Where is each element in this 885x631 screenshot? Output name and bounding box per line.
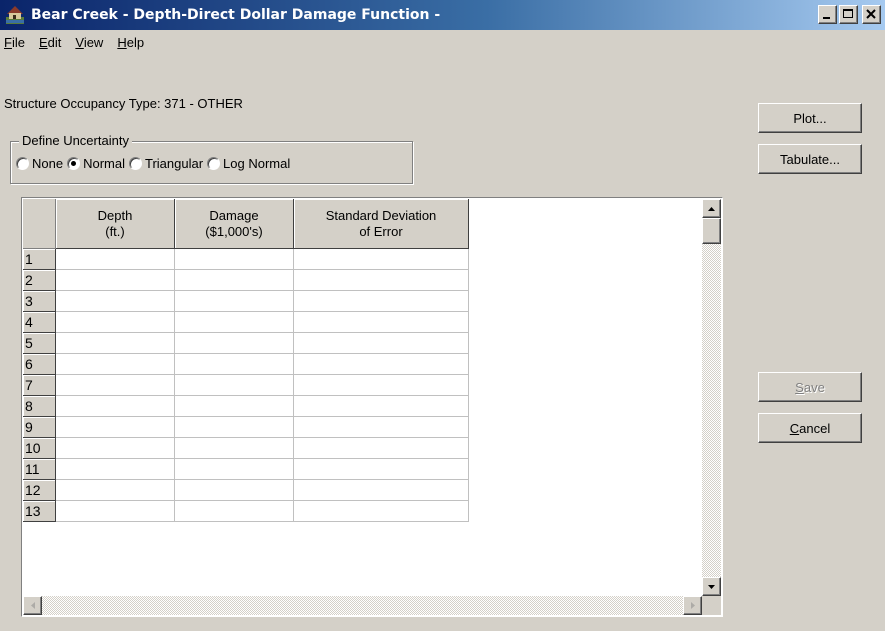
radio-triangular[interactable]: Triangular bbox=[128, 156, 203, 171]
arrow-down-icon bbox=[708, 584, 715, 589]
arrow-right-icon bbox=[690, 602, 695, 609]
menu-view[interactable]: View bbox=[68, 35, 110, 50]
grid-corner[interactable] bbox=[23, 199, 56, 249]
grid-cell[interactable] bbox=[294, 396, 469, 417]
close-icon bbox=[866, 9, 876, 19]
grid-cell[interactable] bbox=[56, 291, 175, 312]
menu-bar: File Edit View Help bbox=[0, 30, 885, 54]
grid-cell[interactable] bbox=[175, 480, 294, 501]
save-button[interactable]: Save bbox=[758, 372, 862, 402]
vertical-scroll-thumb[interactable] bbox=[702, 218, 721, 244]
grid-cell[interactable] bbox=[294, 438, 469, 459]
grid-cell[interactable] bbox=[56, 312, 175, 333]
grid-cell[interactable] bbox=[175, 438, 294, 459]
tabulate-button[interactable]: Tabulate... bbox=[758, 144, 862, 174]
column-header-damage[interactable]: Damage ($1,000's) bbox=[175, 199, 294, 249]
grid-cell[interactable] bbox=[294, 459, 469, 480]
radio-log-normal[interactable]: Log Normal bbox=[207, 156, 290, 171]
grid-cell[interactable] bbox=[56, 270, 175, 291]
radio-indicator[interactable] bbox=[207, 157, 221, 170]
radio-indicator[interactable] bbox=[128, 157, 142, 170]
grid-cell[interactable] bbox=[56, 396, 175, 417]
window-title: Bear Creek - Depth-Direct Dollar Damage … bbox=[31, 7, 441, 23]
grid-cell[interactable] bbox=[56, 438, 175, 459]
grid-cell[interactable] bbox=[294, 312, 469, 333]
horizontal-scrollbar[interactable] bbox=[23, 596, 702, 615]
grid-cell[interactable] bbox=[56, 354, 175, 375]
menu-help[interactable]: Help bbox=[110, 35, 151, 50]
grid-cell[interactable] bbox=[175, 459, 294, 480]
define-uncertainty-group: Define Uncertainty None Normal Triangula… bbox=[10, 133, 413, 184]
grid-cell[interactable] bbox=[294, 480, 469, 501]
group-legend: Define Uncertainty bbox=[19, 133, 132, 148]
radio-none[interactable]: None bbox=[16, 156, 63, 171]
row-header[interactable]: 12 bbox=[23, 480, 56, 501]
row-header[interactable]: 8 bbox=[23, 396, 56, 417]
grid-cell[interactable] bbox=[294, 375, 469, 396]
scroll-right-button[interactable] bbox=[683, 596, 702, 615]
grid-cell[interactable] bbox=[294, 501, 469, 522]
arrow-left-icon bbox=[30, 602, 35, 609]
row-header[interactable]: 2 bbox=[23, 270, 56, 291]
grid-cell[interactable] bbox=[56, 333, 175, 354]
grid-cell[interactable] bbox=[294, 333, 469, 354]
cancel-button[interactable]: Cancel bbox=[758, 413, 862, 443]
grid-cell[interactable] bbox=[175, 396, 294, 417]
grid-cell[interactable] bbox=[56, 501, 175, 522]
grid-cell[interactable] bbox=[56, 417, 175, 438]
arrow-up-icon bbox=[708, 206, 715, 211]
menu-edit[interactable]: Edit bbox=[32, 35, 68, 50]
row-header[interactable]: 5 bbox=[23, 333, 56, 354]
row-header[interactable]: 6 bbox=[23, 354, 56, 375]
vertical-scrollbar[interactable] bbox=[702, 199, 721, 596]
grid-cell[interactable] bbox=[294, 354, 469, 375]
grid-cell[interactable] bbox=[175, 249, 294, 270]
row-header[interactable]: 3 bbox=[23, 291, 56, 312]
row-header[interactable]: 13 bbox=[23, 501, 56, 522]
minimize-icon bbox=[823, 17, 830, 19]
grid-cell[interactable] bbox=[56, 375, 175, 396]
row-header[interactable]: 9 bbox=[23, 417, 56, 438]
grid-cell[interactable] bbox=[56, 480, 175, 501]
grid-cell[interactable] bbox=[175, 417, 294, 438]
scroll-up-button[interactable] bbox=[702, 199, 721, 218]
minimize-button[interactable] bbox=[818, 5, 837, 24]
grid-cell[interactable] bbox=[294, 291, 469, 312]
grid-cell[interactable] bbox=[175, 333, 294, 354]
grid-cell[interactable] bbox=[294, 249, 469, 270]
row-header[interactable]: 7 bbox=[23, 375, 56, 396]
radio-normal[interactable]: Normal bbox=[67, 156, 125, 171]
scrollbar-corner bbox=[702, 596, 721, 615]
grid-cell[interactable] bbox=[56, 459, 175, 480]
row-header[interactable]: 11 bbox=[23, 459, 56, 480]
grid-cell[interactable] bbox=[175, 312, 294, 333]
plot-button[interactable]: Plot... bbox=[758, 103, 862, 133]
menu-file[interactable]: File bbox=[0, 35, 32, 50]
radio-indicator-selected[interactable] bbox=[67, 157, 81, 170]
row-header[interactable]: 10 bbox=[23, 438, 56, 459]
grid-cell[interactable] bbox=[175, 291, 294, 312]
column-header-depth[interactable]: Depth (ft.) bbox=[56, 199, 175, 249]
row-header[interactable]: 4 bbox=[23, 312, 56, 333]
maximize-button[interactable] bbox=[839, 5, 858, 24]
close-button[interactable] bbox=[862, 5, 881, 24]
grid-cell[interactable] bbox=[175, 354, 294, 375]
radio-indicator[interactable] bbox=[16, 157, 29, 170]
app-icon[interactable] bbox=[5, 5, 25, 25]
scroll-down-button[interactable] bbox=[702, 577, 721, 596]
grid-cell[interactable] bbox=[56, 249, 175, 270]
row-header[interactable]: 1 bbox=[23, 249, 56, 270]
grid-cell[interactable] bbox=[294, 417, 469, 438]
maximize-icon bbox=[843, 9, 853, 18]
grid-cell[interactable] bbox=[175, 501, 294, 522]
title-bar[interactable]: Bear Creek - Depth-Direct Dollar Damage … bbox=[0, 0, 885, 30]
occupancy-type-label: Structure Occupancy Type: 371 - OTHER bbox=[4, 96, 243, 111]
column-header-std-deviation[interactable]: Standard Deviation of Error bbox=[294, 199, 469, 249]
grid-cell[interactable] bbox=[175, 270, 294, 291]
scroll-left-button[interactable] bbox=[23, 596, 42, 615]
grid-cell[interactable] bbox=[175, 375, 294, 396]
damage-function-grid: Depth (ft.) Damage ($1,000's) Standard Dev… bbox=[21, 197, 723, 617]
grid-cell[interactable] bbox=[294, 270, 469, 291]
